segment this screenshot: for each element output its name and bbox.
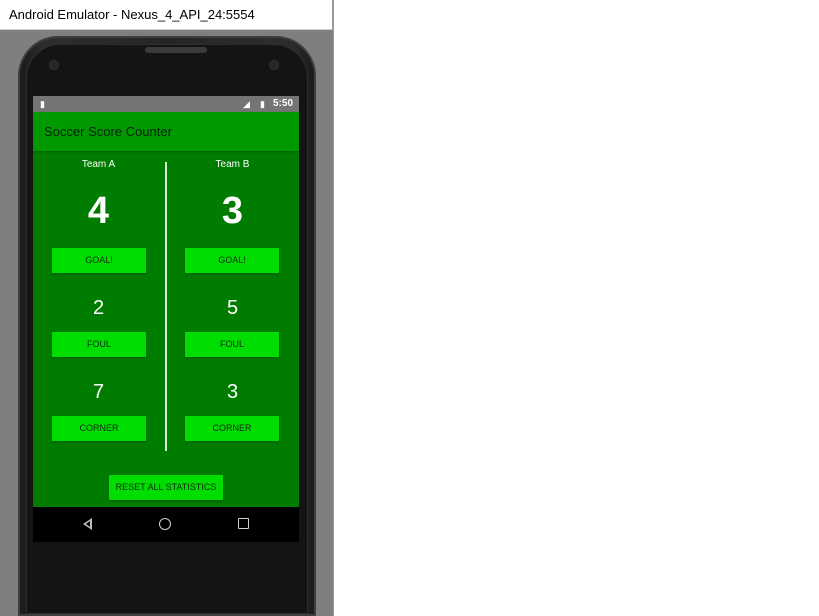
status-bar: ▮ ◢ ▮ 5:50 [33,96,299,112]
team-b-foul-button[interactable]: FOUL [185,332,279,357]
team-b-label: Team B [215,159,250,170]
team-b-corners: 3 [226,381,239,403]
battery-icon: ▮ [260,99,265,109]
team-b-goal-button[interactable]: GOAL! [185,248,279,273]
back-icon[interactable] [83,518,92,530]
signal-icon: ◢ [243,99,250,109]
home-icon[interactable] [159,518,171,530]
app-title: Soccer Score Counter [44,124,172,139]
window-border [333,0,334,616]
team-a-goal-button[interactable]: GOAL! [52,248,146,273]
window-title-bar[interactable]: Android Emulator - Nexus_4_API_24:5554 [0,0,333,30]
emulator-window: Android Emulator - Nexus_4_API_24:5554 ▮… [0,0,334,616]
team-a-corners: 7 [92,381,105,403]
recent-apps-icon[interactable] [238,518,249,529]
team-b-score: 3 [221,190,244,232]
status-time: 5:50 [272,98,293,109]
team-b-fouls: 5 [226,297,239,319]
app-bar: Soccer Score Counter [33,112,299,151]
team-a-fouls: 2 [92,297,105,319]
sensor-icon [49,60,59,70]
team-a-corner-button[interactable]: CORNER [52,416,146,441]
sd-card-icon: ▮ [40,99,45,109]
navigation-bar [33,507,299,542]
device-screen: ▮ ◢ ▮ 5:50 Soccer Score Counter Team A 4… [33,96,299,542]
window-title: Android Emulator - Nexus_4_API_24:5554 [9,7,255,22]
team-b-corner-button[interactable]: CORNER [185,416,279,441]
camera-icon [269,60,279,70]
reset-all-button[interactable]: RESET ALL STATISTICS [109,475,223,500]
speaker-grille [145,47,207,53]
team-a-score: 4 [87,190,110,232]
team-a-label: Team A [81,159,116,170]
team-a-foul-button[interactable]: FOUL [52,332,146,357]
